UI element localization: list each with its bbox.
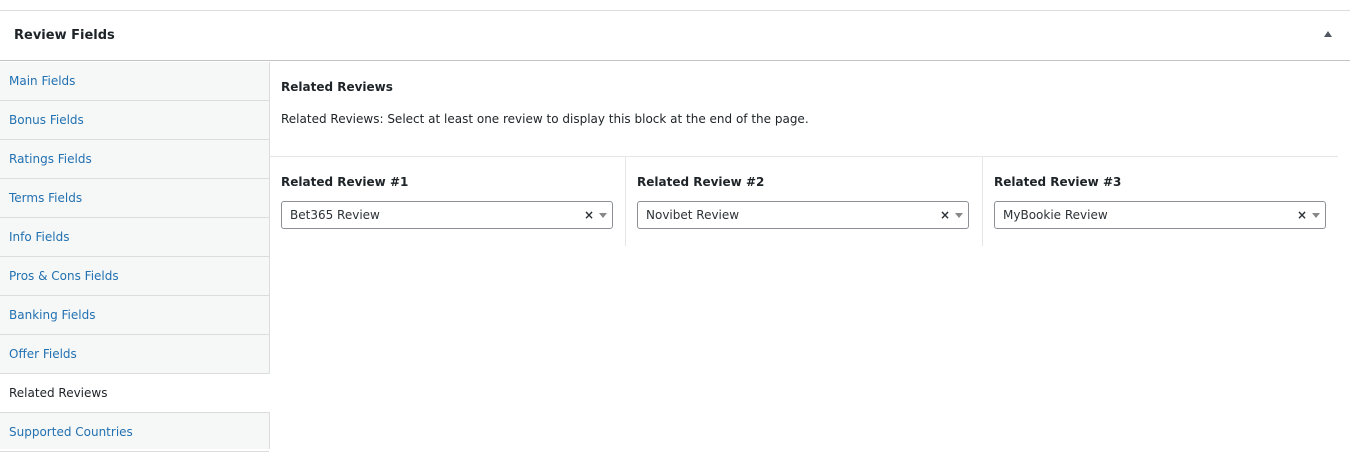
metabox-title: Review Fields bbox=[14, 28, 115, 43]
select-value: Novibet Review bbox=[646, 208, 740, 222]
sidebar-item-terms-fields[interactable]: Terms Fields bbox=[0, 179, 269, 218]
section-description: Related Reviews: Select at least one rev… bbox=[281, 112, 809, 126]
sidebar-item-main-fields[interactable]: Main Fields bbox=[0, 62, 269, 101]
select-value: MyBookie Review bbox=[1003, 208, 1108, 222]
sidebar-item-supported-countries[interactable]: Supported Countries bbox=[0, 413, 269, 452]
clear-icon[interactable]: × bbox=[940, 207, 950, 223]
metabox-header: Review Fields bbox=[0, 11, 1350, 61]
sidebar-item-offer-fields[interactable]: Offer Fields bbox=[0, 335, 269, 374]
section-title: Related Reviews bbox=[281, 80, 393, 94]
field-label: Related Review #2 bbox=[637, 175, 765, 189]
clear-icon[interactable]: × bbox=[584, 207, 594, 223]
field-label: Related Review #3 bbox=[994, 175, 1122, 189]
sidebar-item-bonus-fields[interactable]: Bonus Fields bbox=[0, 101, 269, 140]
toggle-panel-button[interactable] bbox=[1318, 25, 1338, 45]
sidebar-item-related-reviews[interactable]: Related Reviews bbox=[0, 374, 270, 413]
tab-content-panel: Related Reviews Related Reviews: Select … bbox=[270, 62, 1350, 449]
related-review-1-select[interactable]: Bet365 Review × bbox=[281, 201, 613, 229]
review-fields-metabox: Review Fields Main Fields Bonus Fields R… bbox=[0, 10, 1350, 452]
related-review-field-3: Related Review #3 MyBookie Review × bbox=[983, 157, 1338, 246]
sidebar-item-ratings-fields[interactable]: Ratings Fields bbox=[0, 140, 269, 179]
caret-down-icon[interactable] bbox=[599, 213, 607, 218]
triangle-up-icon bbox=[1324, 31, 1332, 37]
related-review-3-select[interactable]: MyBookie Review × bbox=[994, 201, 1326, 229]
related-review-field-1: Related Review #1 Bet365 Review × bbox=[270, 157, 626, 246]
select-value: Bet365 Review bbox=[290, 208, 380, 222]
sidebar-item-info-fields[interactable]: Info Fields bbox=[0, 218, 269, 257]
caret-down-icon[interactable] bbox=[955, 213, 963, 218]
sidebar-item-banking-fields[interactable]: Banking Fields bbox=[0, 296, 269, 335]
related-review-field-2: Related Review #2 Novibet Review × bbox=[626, 157, 983, 246]
caret-down-icon[interactable] bbox=[1312, 213, 1320, 218]
sidebar-tabs: Main Fields Bonus Fields Ratings Fields … bbox=[0, 62, 270, 452]
field-label: Related Review #1 bbox=[281, 175, 409, 189]
clear-icon[interactable]: × bbox=[1297, 207, 1307, 223]
related-review-fields: Related Review #1 Bet365 Review × Relate… bbox=[270, 156, 1338, 246]
related-review-2-select[interactable]: Novibet Review × bbox=[637, 201, 969, 229]
sidebar-item-pros-cons-fields[interactable]: Pros & Cons Fields bbox=[0, 257, 269, 296]
